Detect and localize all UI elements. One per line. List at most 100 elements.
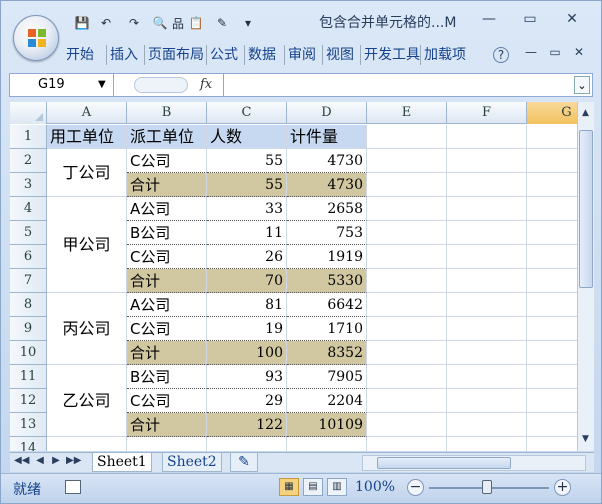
empty-cell[interactable] — [447, 221, 527, 245]
tab-review[interactable]: 审阅 — [285, 45, 323, 65]
dept-cell[interactable]: C公司 — [127, 245, 207, 269]
formula-input[interactable] — [226, 74, 566, 96]
zoom-in-button[interactable]: + — [554, 479, 571, 496]
row-header[interactable]: 11 — [10, 365, 47, 389]
empty-cell[interactable] — [367, 317, 447, 341]
people-cell[interactable]: 122 — [207, 413, 287, 437]
row-header[interactable]: 8 — [10, 293, 47, 317]
empty-cell[interactable] — [367, 197, 447, 221]
first-sheet-icon[interactable]: ◀◀ — [14, 455, 29, 466]
row-header[interactable]: 2 — [10, 149, 47, 173]
qty-cell[interactable]: 7905 — [287, 365, 367, 389]
qty-cell[interactable]: 5330 — [287, 269, 367, 293]
dept-cell[interactable]: 合计 — [127, 413, 207, 437]
row-header[interactable]: 14 — [10, 437, 47, 451]
empty-cell[interactable] — [527, 389, 577, 413]
empty-cell[interactable] — [207, 437, 287, 451]
expand-formula-bar-icon[interactable]: ⌄ — [574, 76, 590, 94]
header-cell[interactable]: 派工单位 — [127, 125, 207, 149]
qty-cell[interactable]: 2204 — [287, 389, 367, 413]
empty-cell[interactable] — [367, 173, 447, 197]
empty-cell[interactable] — [447, 413, 527, 437]
dept-cell[interactable]: C公司 — [127, 149, 207, 173]
vertical-scrollbar[interactable]: ▲ ▼ — [577, 102, 594, 451]
normal-view-button[interactable]: ▦ — [279, 478, 299, 496]
horizontal-scrollbar[interactable] — [362, 455, 586, 471]
tab-data[interactable]: 数据 — [245, 45, 285, 65]
people-cell[interactable]: 100 — [207, 341, 287, 365]
empty-cell[interactable] — [527, 413, 577, 437]
sheet-tab-sheet1[interactable]: Sheet1 — [92, 453, 152, 472]
format-brush-icon[interactable]: ✎ — [213, 16, 231, 30]
empty-cell[interactable] — [447, 437, 527, 451]
page-break-preview-button[interactable]: ▥ — [327, 478, 347, 496]
prev-sheet-icon[interactable]: ◀ — [34, 455, 46, 466]
empty-cell[interactable] — [447, 269, 527, 293]
empty-cell[interactable] — [527, 341, 577, 365]
qty-cell[interactable]: 1710 — [287, 317, 367, 341]
people-cell[interactable]: 29 — [207, 389, 287, 413]
row-header[interactable]: 3 — [10, 173, 47, 197]
next-sheet-icon[interactable]: ▶ — [50, 455, 62, 466]
empty-cell[interactable] — [367, 149, 447, 173]
people-cell[interactable]: 11 — [207, 221, 287, 245]
empty-cell[interactable] — [367, 437, 447, 451]
empty-cell[interactable] — [527, 269, 577, 293]
people-cell[interactable]: 81 — [207, 293, 287, 317]
vertical-scroll-thumb[interactable] — [579, 130, 593, 288]
ribbon-minimize-button[interactable]: — — [521, 45, 541, 65]
ribbon-close-button[interactable]: ✕ — [569, 45, 589, 65]
undo-icon[interactable]: ↶ — [97, 16, 115, 30]
header-cell[interactable]: 计件量 — [287, 125, 367, 149]
row-header[interactable]: 12 — [10, 389, 47, 413]
tab-page-layout[interactable]: 页面布局 — [145, 45, 207, 65]
empty-cell[interactable] — [367, 269, 447, 293]
zoom-out-button[interactable]: − — [407, 479, 424, 496]
empty-cell[interactable] — [47, 437, 127, 451]
ribbon-restore-button[interactable]: ▭ — [545, 45, 565, 65]
column-header[interactable]: C — [207, 102, 287, 124]
dept-cell[interactable]: 合计 — [127, 341, 207, 365]
column-header[interactable]: E — [367, 102, 447, 124]
zoom-level[interactable]: 100% — [355, 479, 395, 495]
macro-record-icon[interactable] — [65, 480, 81, 494]
qty-cell[interactable]: 4730 — [287, 149, 367, 173]
row-header[interactable]: 13 — [10, 413, 47, 437]
empty-cell[interactable] — [367, 125, 447, 149]
empty-cell[interactable] — [527, 317, 577, 341]
horizontal-scroll-thumb[interactable] — [377, 457, 511, 469]
save-icon[interactable]: 💾 — [73, 16, 91, 30]
empty-cell[interactable] — [447, 197, 527, 221]
help-icon[interactable]: ? — [493, 47, 509, 63]
empty-cell[interactable] — [367, 341, 447, 365]
empty-cell[interactable] — [527, 149, 577, 173]
spreadsheet-grid[interactable]: A B C D E F G 1 2 3 4 5 6 7 8 9 10 11 12 13 14 用工单位 派工… — [10, 102, 577, 451]
empty-cell[interactable] — [367, 221, 447, 245]
empty-cell[interactable] — [367, 413, 447, 437]
qty-cell[interactable]: 2658 — [287, 197, 367, 221]
header-cell[interactable]: 人数 — [207, 125, 287, 149]
row-header[interactable]: 7 — [10, 269, 47, 293]
row-header[interactable]: 9 — [10, 317, 47, 341]
insert-function-button[interactable]: fx — [130, 74, 224, 96]
empty-cell[interactable] — [527, 245, 577, 269]
merged-company-cell[interactable]: 丙公司 — [47, 293, 127, 365]
scroll-down-icon[interactable]: ▼ — [578, 432, 593, 447]
empty-cell[interactable] — [527, 197, 577, 221]
row-header[interactable]: 5 — [10, 221, 47, 245]
page-layout-view-button[interactable]: ▤ — [303, 478, 323, 496]
zoom-slider-thumb[interactable] — [482, 480, 492, 494]
merged-company-cell[interactable]: 乙公司 — [47, 365, 127, 437]
empty-cell[interactable] — [367, 293, 447, 317]
row-header[interactable]: 6 — [10, 245, 47, 269]
row-header[interactable]: 4 — [10, 197, 47, 221]
close-button[interactable]: ✕ — [560, 11, 584, 31]
qty-cell[interactable]: 753 — [287, 221, 367, 245]
empty-cell[interactable] — [447, 149, 527, 173]
qty-cell[interactable]: 1919 — [287, 245, 367, 269]
empty-cell[interactable] — [527, 437, 577, 451]
empty-cell[interactable] — [367, 365, 447, 389]
tab-formulas[interactable]: 公式 — [207, 45, 245, 65]
column-header[interactable]: A — [47, 102, 127, 124]
tree-icon[interactable]: 品 — [169, 15, 187, 32]
